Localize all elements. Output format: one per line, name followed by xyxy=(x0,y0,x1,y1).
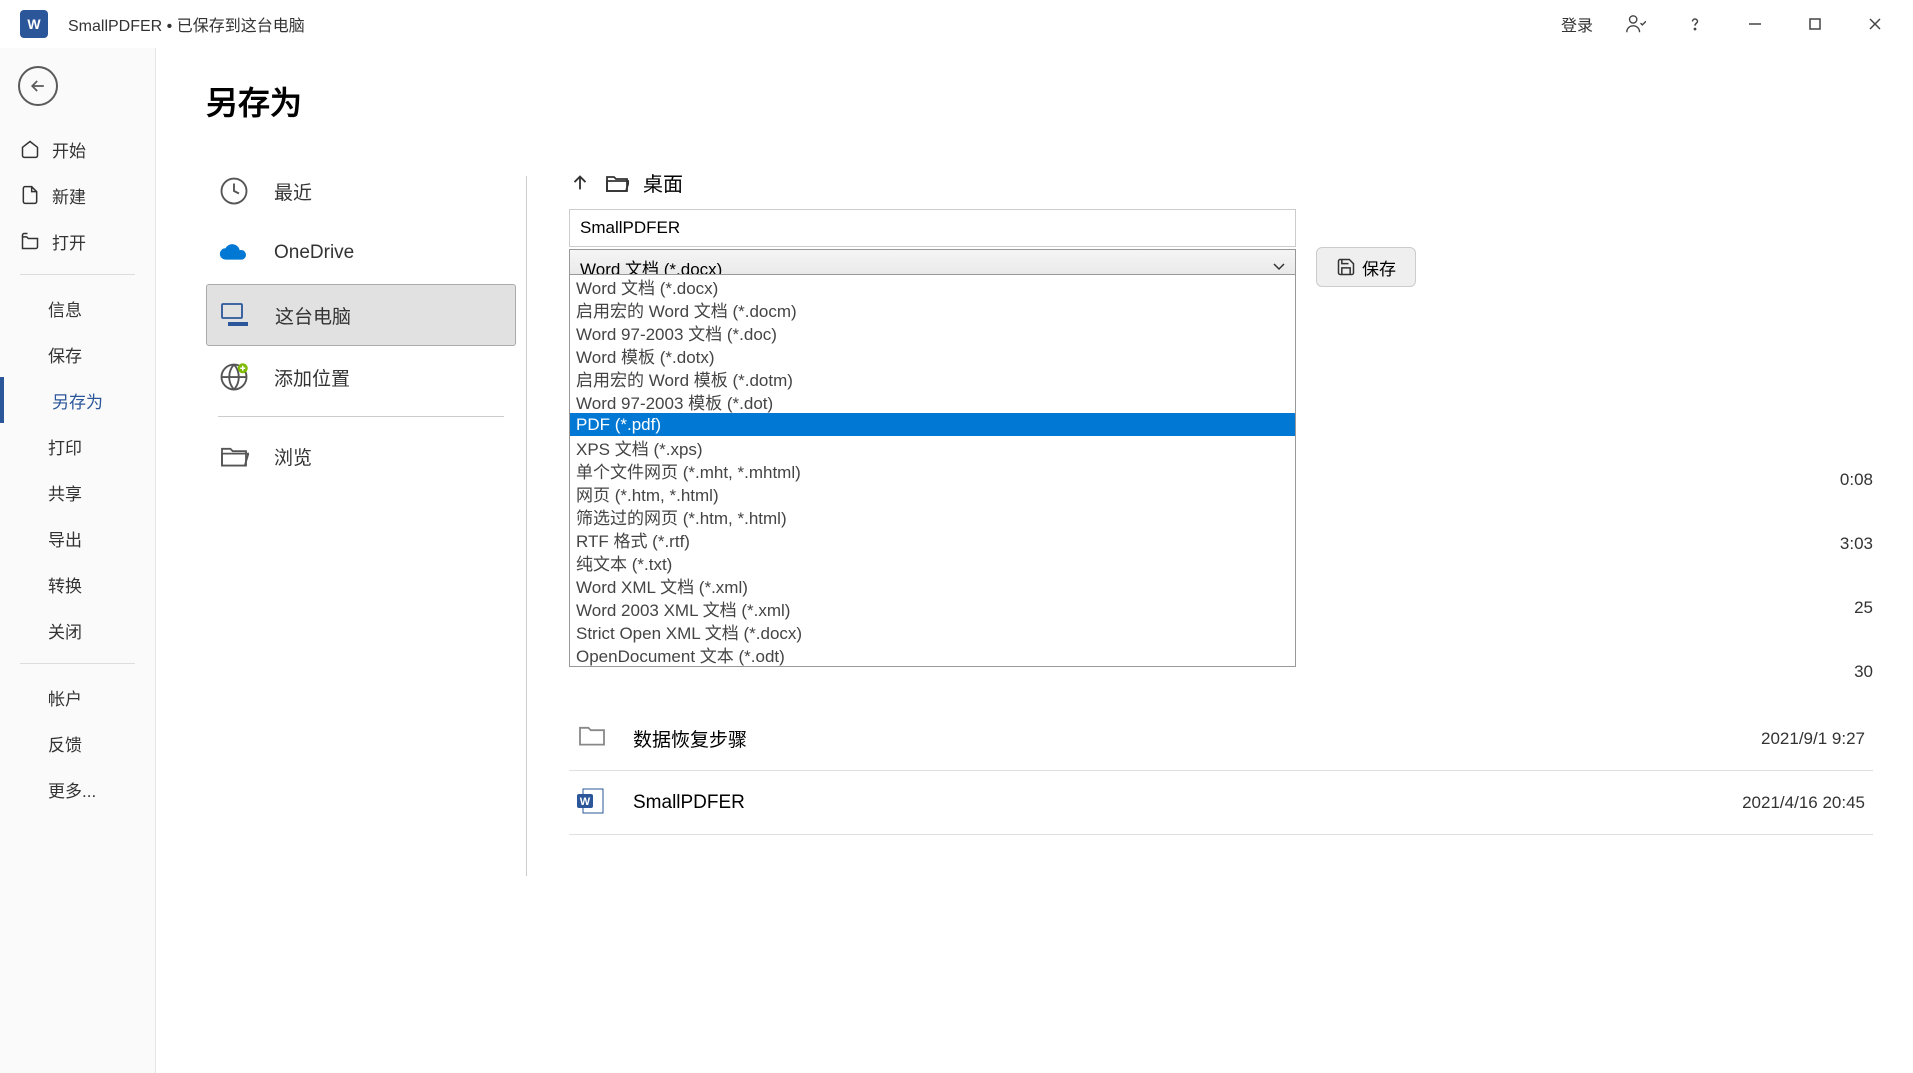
save-icon xyxy=(1336,257,1356,277)
computer-icon xyxy=(219,299,251,331)
onedrive-icon xyxy=(218,237,250,269)
filetype-option[interactable]: 单个文件网页 (*.mht, *.mhtml) xyxy=(570,459,1295,482)
filetype-option[interactable]: Word 2003 XML 文档 (*.xml) xyxy=(570,597,1295,620)
maximize-icon[interactable] xyxy=(1797,6,1833,42)
filetype-option[interactable]: RTF 格式 (*.rtf) xyxy=(570,528,1295,551)
back-button[interactable] xyxy=(18,66,58,106)
chevron-down-icon xyxy=(1273,263,1285,271)
location-onedrive[interactable]: OneDrive xyxy=(206,222,516,284)
sidebar-account[interactable]: 帐户 xyxy=(0,674,155,720)
filetype-option[interactable]: 纯文本 (*.txt) xyxy=(570,551,1295,574)
filetype-option[interactable]: 网页 (*.htm, *.html) xyxy=(570,482,1295,505)
document-title: SmallPDFER • 已保存到这台电脑 xyxy=(68,12,305,36)
filetype-option[interactable]: PDF (*.pdf) xyxy=(570,413,1295,436)
file-date: 2021/4/16 20:45 xyxy=(1742,793,1865,813)
file-list: 数据恢复步骤2021/9/1 9:27 W SmallPDFER2021/4/16 … xyxy=(569,707,1873,835)
up-folder-icon[interactable] xyxy=(569,172,591,194)
partial-dates-behind-dropdown: 0:083:032530 xyxy=(1840,448,1873,704)
location-label: 浏览 xyxy=(274,443,312,470)
save-button[interactable]: 保存 xyxy=(1316,247,1416,287)
filetype-option[interactable]: 筛选过的网页 (*.htm, *.html) xyxy=(570,505,1295,528)
location-add-place[interactable]: 添加位置 xyxy=(206,346,516,408)
filetype-options-list: Word 文档 (*.docx)启用宏的 Word 文档 (*.docm)Wor… xyxy=(569,274,1296,667)
file-row[interactable]: 数据恢复步骤2021/9/1 9:27 xyxy=(569,707,1873,771)
sidebar-feedback[interactable]: 反馈 xyxy=(0,720,155,766)
sidebar-home[interactable]: 开始 xyxy=(0,126,155,172)
sidebar-label: 开始 xyxy=(52,137,86,162)
divider xyxy=(20,274,135,275)
word-app-icon: W xyxy=(20,10,48,38)
filetype-option[interactable]: 启用宏的 Word 模板 (*.dotm) xyxy=(570,367,1295,390)
location-recent[interactable]: 最近 xyxy=(206,160,516,222)
close-icon[interactable] xyxy=(1857,6,1893,42)
svg-text:W: W xyxy=(580,796,591,808)
filetype-option[interactable]: Word 97-2003 模板 (*.dot) xyxy=(570,390,1295,413)
content-panel: 桌面 Word 文档 (*.docx) 保存 Word 文档 (*.docx)启… xyxy=(527,48,1913,1073)
sidebar-more[interactable]: 更多... xyxy=(0,766,155,812)
location-this-pc[interactable]: 这台电脑 xyxy=(206,284,516,346)
filetype-option[interactable]: Strict Open XML 文档 (*.docx) xyxy=(570,620,1295,643)
login-link[interactable]: 登录 xyxy=(1561,12,1593,36)
user-icon[interactable] xyxy=(1617,6,1653,42)
save-label: 保存 xyxy=(1362,255,1396,280)
folder-icon xyxy=(218,440,250,472)
titlebar: W SmallPDFER • 已保存到这台电脑 登录 xyxy=(0,0,1913,48)
location-label: 这台电脑 xyxy=(275,302,351,329)
filetype-option[interactable]: Word 97-2003 文档 (*.doc) xyxy=(570,321,1295,344)
filetype-option[interactable]: Word 文档 (*.docx) xyxy=(570,275,1295,298)
add-place-icon xyxy=(218,361,250,393)
file-row[interactable]: W SmallPDFER2021/4/16 20:45 xyxy=(569,771,1873,835)
divider xyxy=(218,416,504,417)
sidebar-label: 打开 xyxy=(52,229,86,254)
filetype-option[interactable]: XPS 文档 (*.xps) xyxy=(570,436,1295,459)
sidebar-print[interactable]: 打印 xyxy=(0,423,155,469)
clock-icon xyxy=(218,175,250,207)
location-label: 最近 xyxy=(274,178,312,205)
sidebar-save-as[interactable]: 另存为 xyxy=(0,377,155,423)
divider xyxy=(20,663,135,664)
filetype-option[interactable]: 启用宏的 Word 文档 (*.docm) xyxy=(570,298,1295,321)
filetype-option[interactable]: OpenDocument 文本 (*.odt) xyxy=(570,643,1295,666)
filetype-option[interactable]: Word XML 文档 (*.xml) xyxy=(570,574,1295,597)
breadcrumb-folder[interactable]: 桌面 xyxy=(643,168,683,197)
backstage-sidebar: 开始 新建 打开 信息 保存 另存为 打印 共享 导出 转换 关闭 帐户 反馈 … xyxy=(0,48,156,1073)
help-icon[interactable] xyxy=(1677,6,1713,42)
sidebar-convert[interactable]: 转换 xyxy=(0,561,155,607)
sidebar-label: 新建 xyxy=(52,183,86,208)
word-doc-icon: W xyxy=(577,787,609,819)
sidebar-open[interactable]: 打开 xyxy=(0,218,155,264)
sidebar-info[interactable]: 信息 xyxy=(0,285,155,331)
sidebar-share[interactable]: 共享 xyxy=(0,469,155,515)
sidebar-new[interactable]: 新建 xyxy=(0,172,155,218)
filetype-option[interactable]: Word 模板 (*.dotx) xyxy=(570,344,1295,367)
folder-icon xyxy=(577,723,609,755)
minimize-icon[interactable] xyxy=(1737,6,1773,42)
folder-open-icon[interactable] xyxy=(605,173,629,193)
sidebar-save[interactable]: 保存 xyxy=(0,331,155,377)
sidebar-close[interactable]: 关闭 xyxy=(0,607,155,653)
file-date: 2021/9/1 9:27 xyxy=(1761,729,1865,749)
sidebar-export[interactable]: 导出 xyxy=(0,515,155,561)
file-name: SmallPDFER xyxy=(633,792,1742,814)
filename-input[interactable] xyxy=(569,209,1296,247)
locations-panel: 另存为 最近 OneDrive 这台电脑 添加位置 xyxy=(156,48,526,1073)
location-browse[interactable]: 浏览 xyxy=(206,425,516,487)
page-heading: 另存为 xyxy=(206,78,516,124)
file-name: 数据恢复步骤 xyxy=(633,725,1761,752)
location-label: 添加位置 xyxy=(274,364,350,391)
location-label: OneDrive xyxy=(274,242,354,264)
